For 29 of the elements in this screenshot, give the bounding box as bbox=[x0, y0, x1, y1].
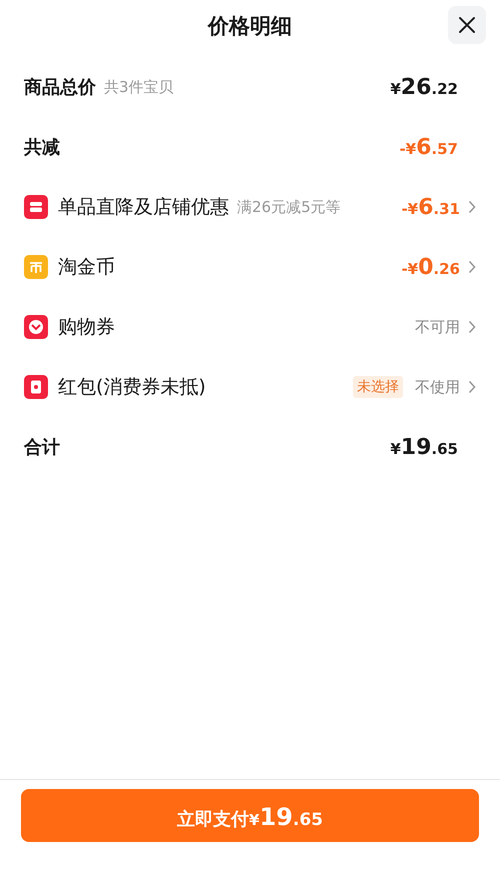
chevron-icon[interactable] bbox=[468, 200, 476, 214]
chevron-icon[interactable] bbox=[468, 260, 476, 274]
row-value: ¥19.65 bbox=[390, 434, 458, 460]
pay-button[interactable]: 立即支付¥19.65 bbox=[21, 789, 479, 842]
coupon-icon bbox=[24, 315, 48, 339]
sheet-title: 价格明细 bbox=[208, 13, 292, 40]
row-value: -¥6.31 bbox=[401, 194, 460, 220]
coin-icon bbox=[24, 255, 48, 279]
row-label: 单品直降及店铺优惠 bbox=[58, 195, 229, 220]
shop-icon bbox=[24, 195, 48, 219]
close-button[interactable] bbox=[448, 6, 486, 44]
chevron-icon[interactable] bbox=[468, 380, 476, 394]
row-value: 不使用 bbox=[415, 378, 460, 396]
status-tag: 未选择 bbox=[353, 376, 403, 398]
row-label: 购物券 bbox=[58, 315, 115, 340]
row-label: 红包(消费券未抵) bbox=[58, 375, 206, 400]
row-label: 淘金币 bbox=[58, 255, 115, 280]
row-label: 商品总价 bbox=[24, 76, 96, 99]
row-value: -¥6.57 bbox=[399, 134, 458, 160]
row-note: 共3件宝贝 bbox=[104, 78, 174, 96]
row-label: 合计 bbox=[24, 436, 60, 459]
row-value: -¥0.26 bbox=[401, 254, 460, 280]
row-note: 满26元减5元等 bbox=[237, 198, 341, 216]
envelope-icon bbox=[24, 375, 48, 399]
row-value: ¥26.22 bbox=[390, 74, 458, 100]
close-icon bbox=[457, 15, 477, 35]
row-value: 不可用 bbox=[415, 318, 460, 336]
row-label: 共减 bbox=[24, 136, 60, 159]
chevron-icon[interactable] bbox=[468, 320, 476, 334]
